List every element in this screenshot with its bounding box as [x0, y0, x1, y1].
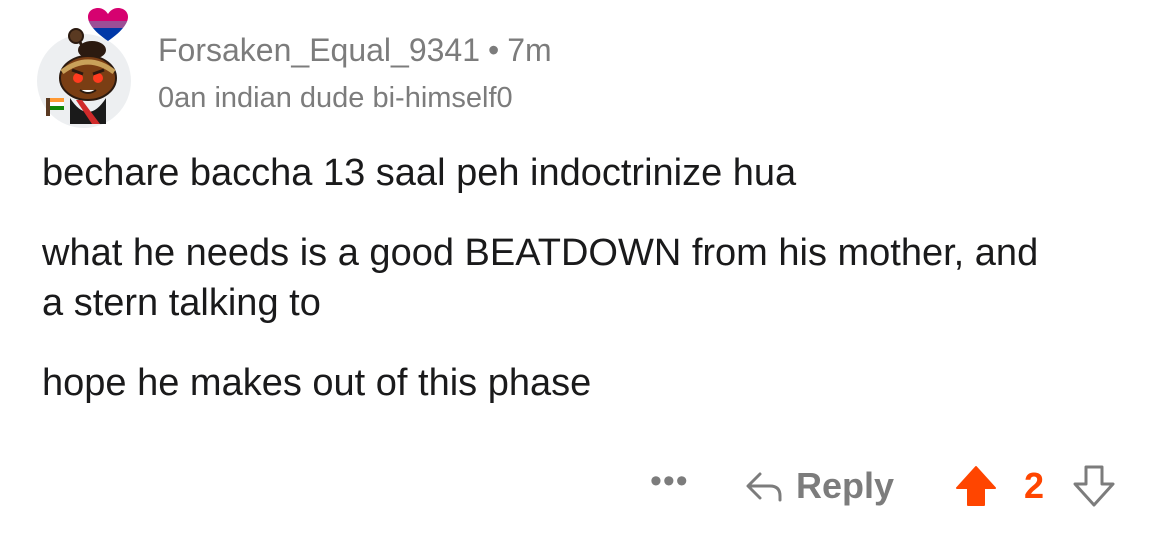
comment-paragraph: hope he makes out of this phase	[42, 362, 592, 404]
reply-label: Reply	[796, 465, 895, 506]
meta-separator: •	[488, 32, 500, 68]
upvote-arrow-icon	[956, 466, 996, 506]
more-options-button[interactable]: •••	[650, 464, 689, 498]
comment-age: 7m	[507, 32, 552, 68]
comment-paragraph: bechare baccha 13 saal peh indoctrinize …	[42, 152, 797, 194]
username-link[interactable]: Forsaken_Equal_9341	[158, 32, 480, 68]
downvote-button[interactable]	[1072, 464, 1116, 513]
reply-arrow-icon	[746, 472, 782, 502]
comment-meta: Forsaken_Equal_9341 • 7m	[158, 30, 552, 70]
vote-score: 2	[1024, 465, 1045, 506]
reply-button[interactable]: Reply	[744, 464, 894, 508]
comment-paragraph: what he needs is a good BEATDOWN from hi…	[42, 232, 1039, 324]
bi-pride-heart-icon	[88, 8, 128, 41]
comment: Forsaken_Equal_9341 • 7m 0an indian dude b…	[0, 0, 1170, 535]
avatar[interactable]	[34, 8, 138, 128]
upvote-button[interactable]	[954, 464, 998, 513]
downvote-arrow-icon	[1073, 465, 1115, 507]
user-flair: 0an indian dude bi-himself0	[158, 82, 513, 114]
comment-body: bechare baccha 13 saal peh indoctrinize …	[42, 148, 1042, 438]
